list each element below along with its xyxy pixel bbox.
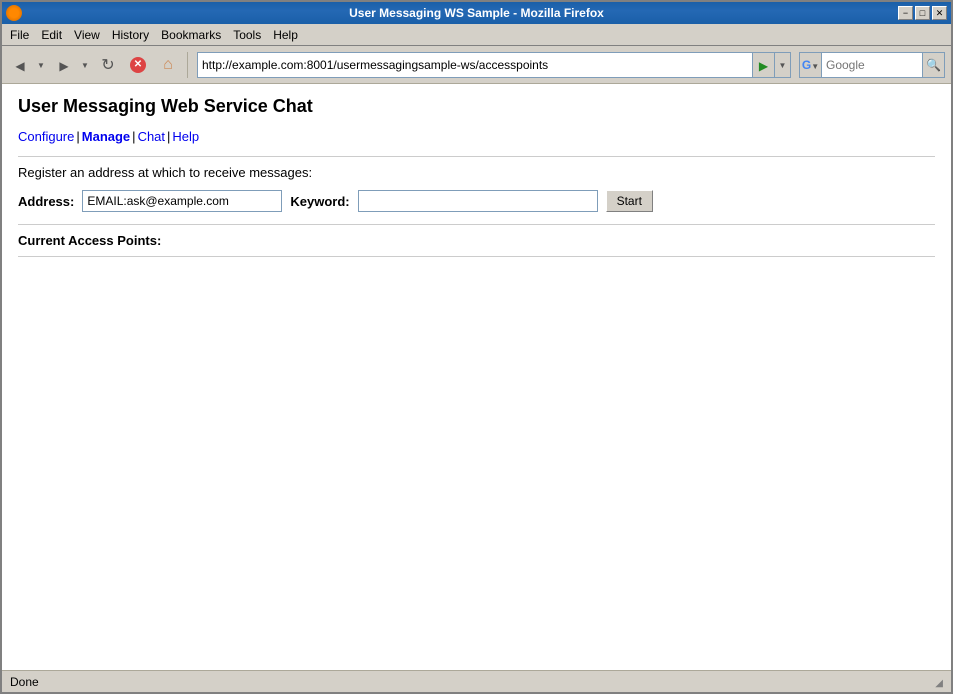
address-arrow-down-icon [779,60,787,70]
toolbar: ✕ G [2,46,951,84]
menu-edit[interactable]: Edit [35,26,68,44]
menu-history[interactable]: History [106,26,155,44]
content-area: User Messaging Web Service Chat Configur… [2,84,951,670]
nav-manage[interactable]: Manage [82,129,130,144]
nav-sep-1: | [76,129,79,144]
menu-tools[interactable]: Tools [227,26,267,44]
keyword-label: Keyword: [290,194,349,209]
resize-handle[interactable]: ◢ [929,675,943,689]
forward-button[interactable] [50,50,78,80]
home-icon [163,56,173,74]
address-bar [197,52,791,78]
divider-1 [18,156,935,157]
reload-icon [101,55,114,75]
google-search-input[interactable] [822,56,922,74]
forward-group [50,50,92,80]
google-dropdown-icon [811,57,819,72]
forward-arrow-down-icon [81,60,89,70]
resize-icon: ◢ [935,678,943,689]
browser-window: User Messaging WS Sample - Mozilla Firef… [0,0,953,694]
page-content: User Messaging Web Service Chat Configur… [2,84,951,670]
titlebar: User Messaging WS Sample - Mozilla Firef… [2,2,951,24]
status-text: Done [10,675,39,689]
register-text: Register an address at which to receive … [18,165,935,180]
nav-links: Configure | Manage | Chat | Help [18,129,935,144]
keyword-field[interactable] [358,190,598,212]
back-icon [15,57,24,73]
titlebar-buttons: − □ ✕ [898,6,947,20]
home-button[interactable] [154,50,182,80]
start-button[interactable]: Start [606,190,653,212]
window-title: User Messaging WS Sample - Mozilla Firef… [0,6,953,20]
minimize-button[interactable]: − [898,6,913,20]
nav-sep-2: | [132,129,135,144]
divider-3 [18,256,935,257]
nav-help[interactable]: Help [172,129,199,144]
statusbar: Done ◢ [2,670,951,692]
go-icon [759,57,768,73]
google-g-icon: G [802,58,811,72]
reload-button[interactable] [94,50,122,80]
toolbar-separator-1 [187,52,188,78]
stop-button[interactable]: ✕ [124,50,152,80]
firefox-icon [6,5,22,21]
nav-sep-3: | [167,129,170,144]
current-access-points-label: Current Access Points: [18,233,935,248]
divider-2 [18,224,935,225]
menu-file[interactable]: File [4,26,35,44]
nav-configure[interactable]: Configure [18,129,74,144]
restore-button[interactable]: □ [915,6,930,20]
back-arrow-down-icon [37,60,45,70]
back-group [6,50,48,80]
titlebar-left [6,5,22,21]
address-dropdown-button[interactable] [774,53,790,77]
google-search-bar: G [799,52,945,78]
menu-help[interactable]: Help [267,26,304,44]
page-title: User Messaging Web Service Chat [18,96,935,117]
menubar: File Edit View History Bookmarks Tools H… [2,24,951,46]
stop-icon: ✕ [130,57,146,73]
address-input[interactable] [198,56,752,74]
address-label: Address: [18,194,74,209]
menu-view[interactable]: View [68,26,106,44]
forward-dropdown[interactable] [78,50,92,80]
back-dropdown[interactable] [34,50,48,80]
nav-chat[interactable]: Chat [138,129,165,144]
google-search-button[interactable] [922,53,944,77]
address-form-row: Address: Keyword: Start [18,190,935,212]
close-button[interactable]: ✕ [932,6,947,20]
forward-icon [59,57,68,73]
back-button[interactable] [6,50,34,80]
address-go-button[interactable] [752,53,774,77]
address-field[interactable] [82,190,282,212]
menu-bookmarks[interactable]: Bookmarks [155,26,227,44]
search-icon [926,58,941,72]
google-icon-area[interactable]: G [800,53,822,77]
